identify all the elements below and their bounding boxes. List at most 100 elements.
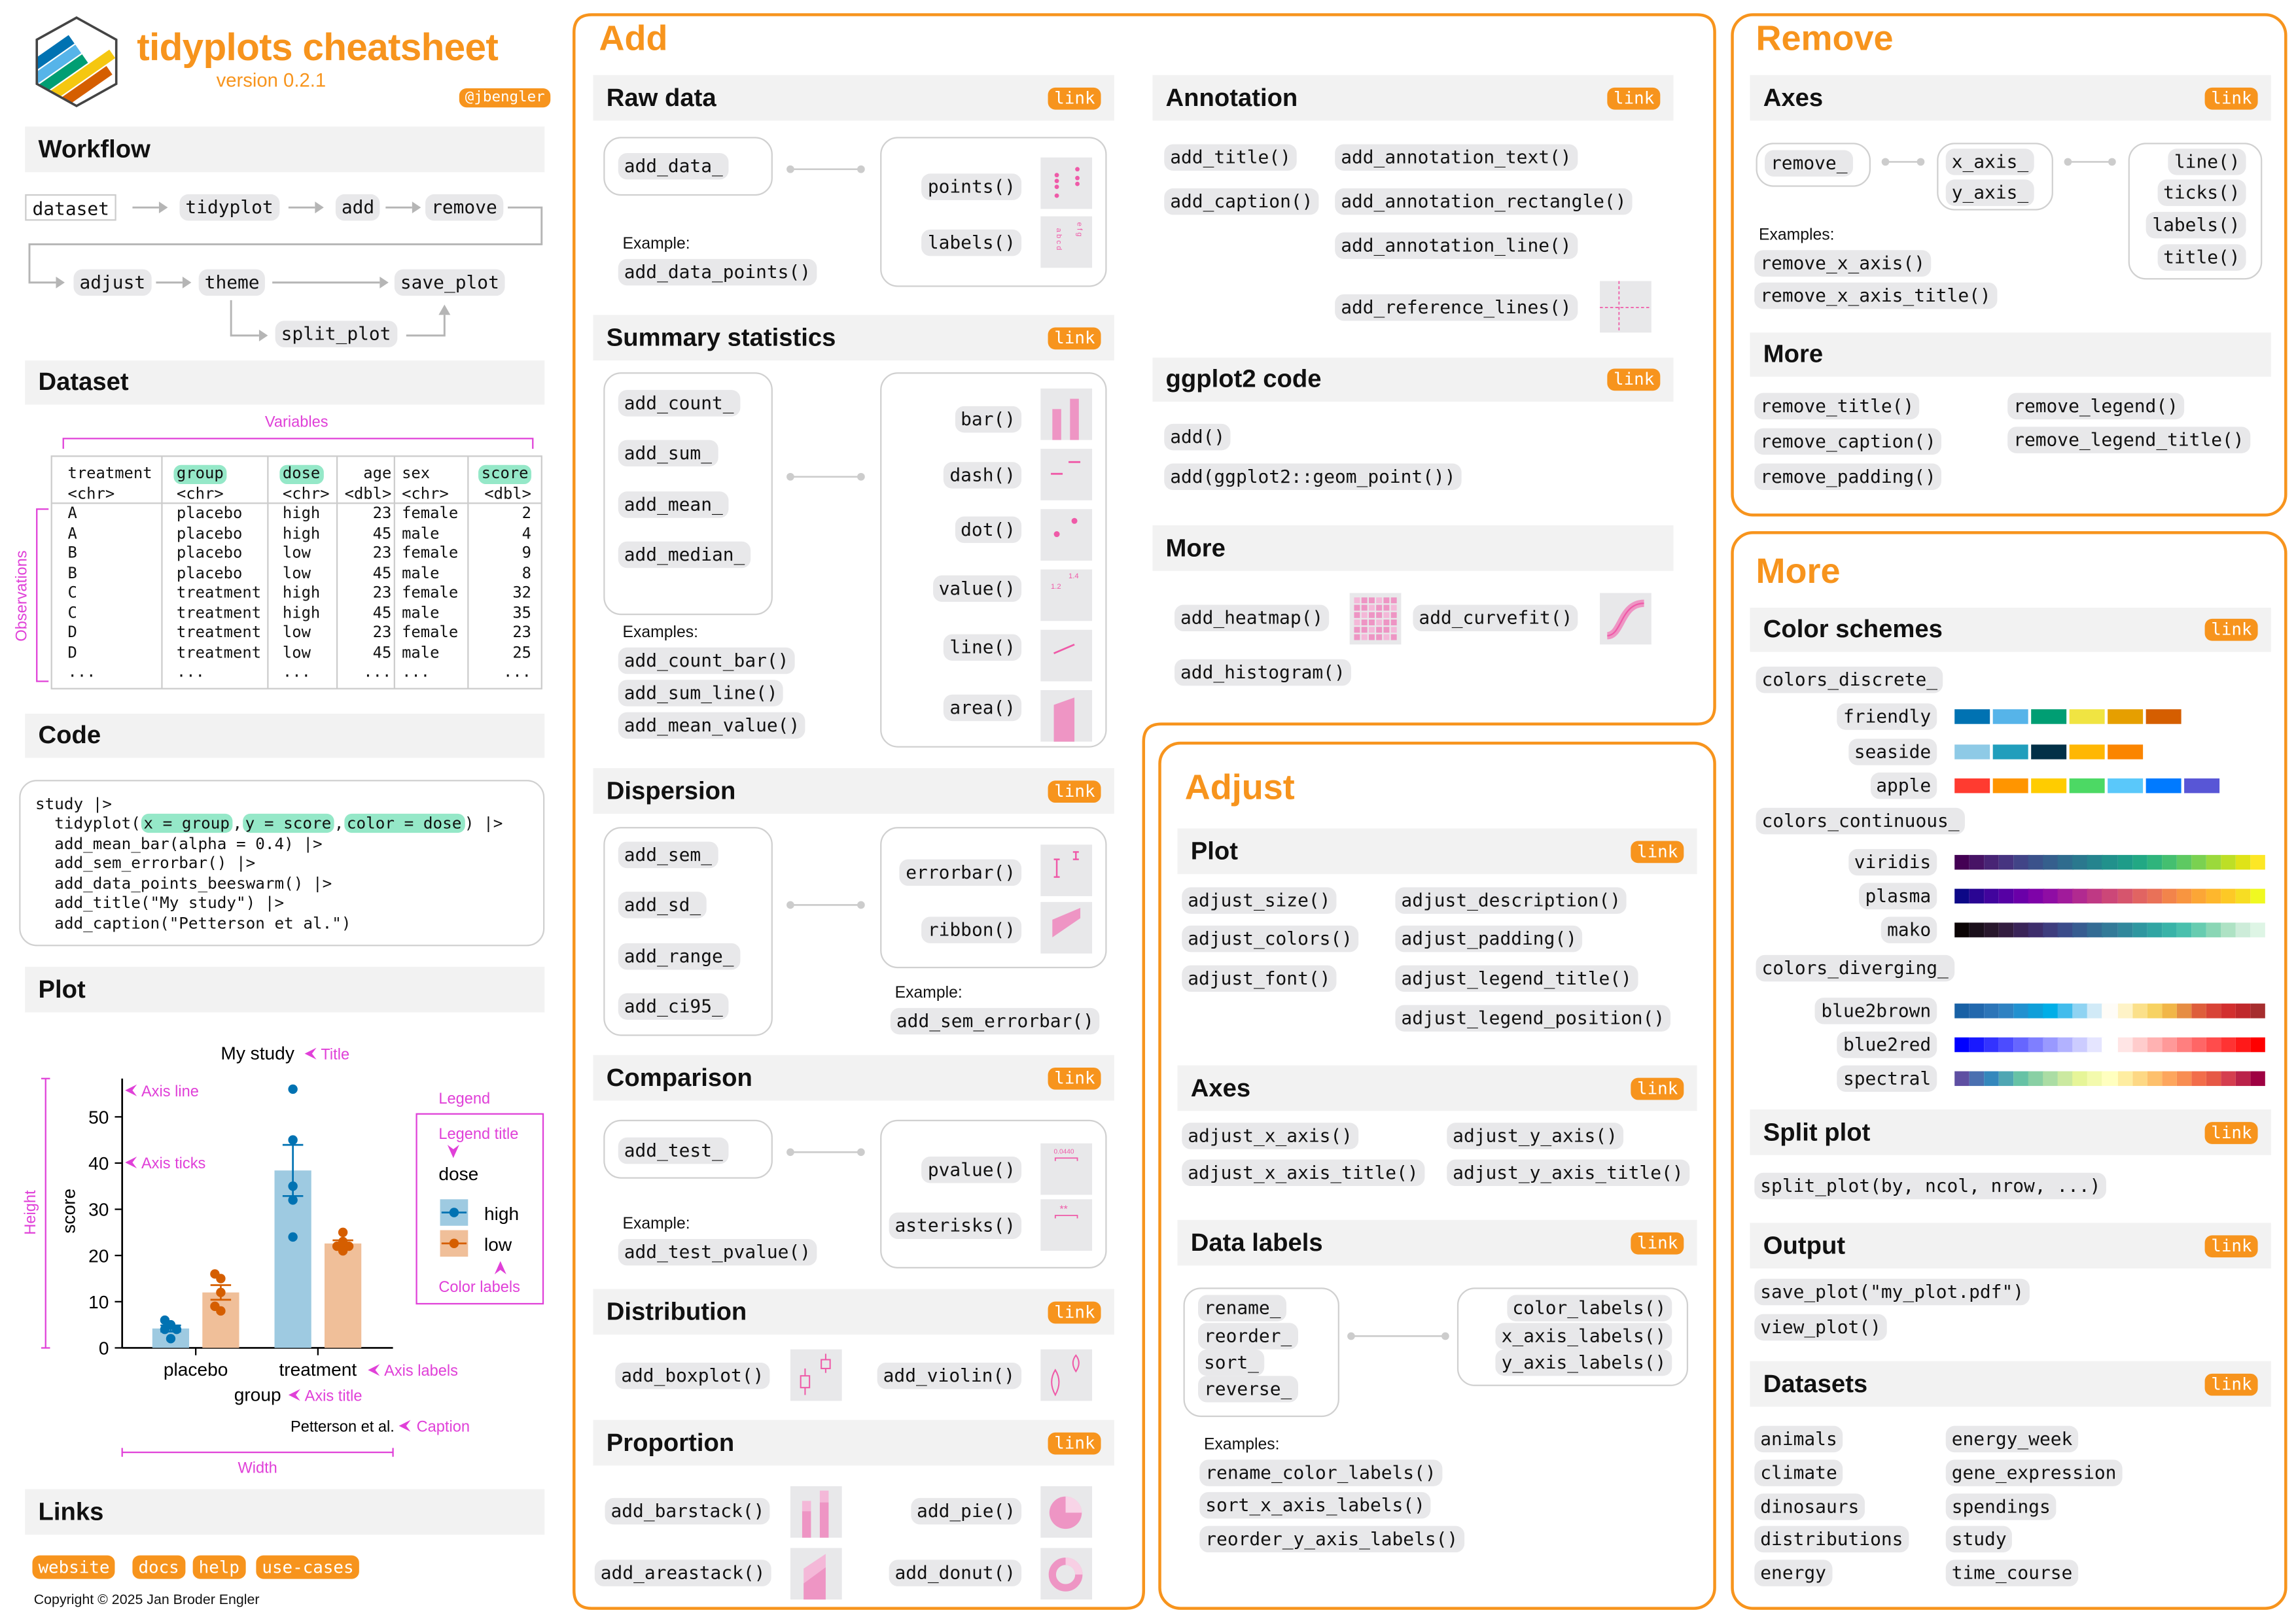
- function-pill[interactable]: remove_caption(): [1754, 428, 1942, 455]
- function-pill[interactable]: add_boxplot(): [615, 1362, 770, 1389]
- example-pill[interactable]: add_mean_value(): [618, 712, 806, 739]
- color-scheme-spectral[interactable]: spectral: [1837, 1065, 1937, 1092]
- colors-diverging-pill[interactable]: colors_diverging_: [1756, 954, 1954, 982]
- function-pill[interactable]: area(): [944, 694, 1022, 722]
- function-pill[interactable]: adjust_y_axis(): [1447, 1123, 1623, 1149]
- function-pill[interactable]: adjust_size(): [1182, 887, 1337, 914]
- colors-continuous-pill[interactable]: colors_continuous_: [1756, 807, 1966, 835]
- function-pill[interactable]: x_axis_: [1945, 148, 2035, 175]
- function-pill[interactable]: add_pie(): [911, 1497, 1022, 1525]
- color-scheme-viridis[interactable]: viridis: [1848, 848, 1937, 876]
- function-pill[interactable]: value(): [932, 575, 1022, 602]
- colors-discrete-pill[interactable]: colors_discrete_: [1756, 666, 1944, 693]
- function-pill[interactable]: add_sem_: [618, 841, 718, 869]
- function-pill[interactable]: adjust_x_axis(): [1182, 1123, 1358, 1149]
- function-pill[interactable]: asterisks(): [889, 1212, 1022, 1239]
- link-website[interactable]: website: [32, 1555, 116, 1579]
- function-pill[interactable]: add_sd_: [618, 892, 707, 918]
- function-pill[interactable]: dash(): [944, 462, 1022, 489]
- dataset-dinosaurs[interactable]: dinosaurs: [1754, 1493, 1865, 1520]
- example-pill[interactable]: rename_color_labels(): [1199, 1459, 1442, 1486]
- function-pill[interactable]: add_histogram(): [1174, 659, 1351, 686]
- dataset-time_course[interactable]: time_course: [1945, 1560, 2079, 1587]
- link-badge[interactable]: link: [2205, 86, 2258, 109]
- link-badge[interactable]: link: [2205, 618, 2258, 641]
- dataset-study[interactable]: study: [1945, 1526, 2013, 1553]
- link-badge[interactable]: link: [2205, 1121, 2258, 1143]
- example-pill[interactable]: remove_x_axis_title(): [1754, 282, 1997, 309]
- function-pill[interactable]: reverse_: [1198, 1376, 1298, 1403]
- link-badge[interactable]: link: [1048, 780, 1101, 802]
- function-pill[interactable]: add_test_: [618, 1137, 729, 1164]
- function-pill[interactable]: add_sum_: [618, 440, 718, 467]
- function-pill[interactable]: ribbon(): [921, 916, 1022, 943]
- link-badge[interactable]: link: [1048, 1300, 1101, 1323]
- function-pill[interactable]: remove_padding(): [1754, 463, 1942, 491]
- link-use-cases[interactable]: use-cases: [256, 1555, 360, 1579]
- color-scheme-blue2red[interactable]: blue2red: [1837, 1031, 1937, 1058]
- function-pill[interactable]: view_plot(): [1754, 1314, 1887, 1341]
- link-badge[interactable]: link: [1631, 1077, 1684, 1100]
- function-pill[interactable]: line(): [2168, 148, 2246, 175]
- link-badge[interactable]: link: [1048, 86, 1101, 109]
- function-pill[interactable]: points(): [921, 173, 1022, 200]
- function-pill[interactable]: sort_: [1198, 1349, 1265, 1376]
- function-pill[interactable]: add_title(): [1164, 144, 1297, 171]
- function-pill[interactable]: add_ci95_: [618, 993, 729, 1020]
- function-pill[interactable]: adjust_x_axis_title(): [1182, 1159, 1424, 1187]
- function-pill[interactable]: adjust_description(): [1395, 887, 1627, 914]
- link-badge[interactable]: link: [2205, 1234, 2258, 1257]
- function-pill[interactable]: pvalue(): [921, 1157, 1022, 1183]
- dataset-spendings[interactable]: spendings: [1945, 1493, 2057, 1520]
- function-pill[interactable]: add_barstack(): [605, 1497, 771, 1525]
- link-badge[interactable]: link: [1048, 1066, 1101, 1089]
- example-pill[interactable]: add_count_bar(): [618, 647, 795, 674]
- color-scheme-friendly[interactable]: friendly: [1837, 703, 1937, 730]
- function-pill[interactable]: add_median_: [618, 541, 751, 568]
- function-pill[interactable]: color_labels(): [1506, 1295, 1672, 1321]
- function-pill[interactable]: add_heatmap(): [1174, 604, 1330, 631]
- dataset-animals[interactable]: animals: [1754, 1425, 1843, 1453]
- function-pill[interactable]: adjust_colors(): [1182, 925, 1358, 952]
- function-pill[interactable]: bar(): [955, 406, 1022, 433]
- link-badge[interactable]: link: [2205, 1372, 2258, 1395]
- function-pill[interactable]: add_count_: [618, 390, 740, 417]
- function-pill[interactable]: reorder_: [1198, 1323, 1298, 1350]
- function-pill[interactable]: add_violin(): [877, 1362, 1021, 1389]
- link-help[interactable]: help: [192, 1555, 245, 1579]
- function-pill[interactable]: errorbar(): [900, 859, 1022, 886]
- dataset-gene_expression[interactable]: gene_expression: [1945, 1459, 2123, 1486]
- function-pill[interactable]: add_reference_lines(): [1335, 294, 1578, 321]
- color-scheme-apple[interactable]: apple: [1870, 772, 1937, 799]
- dataset-distributions[interactable]: distributions: [1754, 1526, 1909, 1553]
- function-pill[interactable]: add_annotation_text(): [1335, 144, 1578, 171]
- dataset-climate[interactable]: climate: [1754, 1459, 1843, 1486]
- function-pill[interactable]: title(): [2157, 244, 2246, 271]
- dataset-energy_week[interactable]: energy_week: [1945, 1425, 2079, 1453]
- function-pill[interactable]: ticks(): [2157, 179, 2246, 206]
- color-scheme-plasma[interactable]: plasma: [1859, 882, 1937, 910]
- example-pill[interactable]: reorder_y_axis_labels(): [1199, 1526, 1464, 1553]
- function-pill[interactable]: add_areastack(): [594, 1560, 771, 1586]
- function-pill[interactable]: x_axis_labels(): [1495, 1323, 1672, 1350]
- link-badge[interactable]: link: [1631, 840, 1684, 863]
- dataset-energy[interactable]: energy: [1754, 1560, 1832, 1587]
- function-pill[interactable]: remove_title(): [1754, 393, 1920, 420]
- example-pill[interactable]: add_test_pvalue(): [618, 1238, 817, 1266]
- function-pill[interactable]: y_axis_: [1945, 179, 2035, 206]
- function-pill[interactable]: line(): [944, 634, 1022, 661]
- function-pill[interactable]: labels(): [2146, 211, 2246, 239]
- link-badge[interactable]: link: [1631, 1231, 1684, 1254]
- function-pill[interactable]: y_axis_labels(): [1495, 1349, 1672, 1376]
- link-badge[interactable]: link: [1608, 86, 1661, 109]
- function-pill[interactable]: add(): [1164, 423, 1231, 451]
- function-pill[interactable]: remove_legend_title(): [2007, 427, 2250, 453]
- function-pill[interactable]: adjust_legend_title(): [1395, 965, 1638, 992]
- function-pill[interactable]: remove_: [1765, 150, 1854, 177]
- color-scheme-blue2brown[interactable]: blue2brown: [1815, 998, 1937, 1024]
- function-pill[interactable]: labels(): [921, 229, 1022, 256]
- example-pill[interactable]: add_data_points(): [618, 258, 817, 286]
- function-pill[interactable]: add_annotation_line(): [1335, 232, 1578, 259]
- function-pill[interactable]: add(ggplot2::geom_point()): [1164, 463, 1462, 491]
- function-pill[interactable]: add_curvefit(): [1413, 604, 1579, 631]
